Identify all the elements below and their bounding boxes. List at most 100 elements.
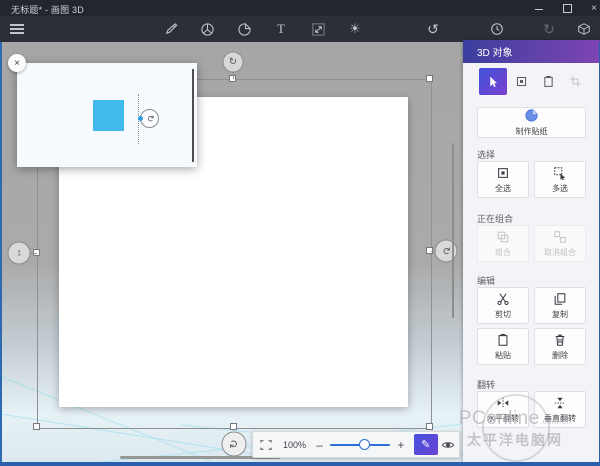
eye-icon <box>441 439 455 451</box>
tab-paste[interactable] <box>534 68 562 95</box>
ungroup-button[interactable]: 取消组合 <box>534 225 586 262</box>
anchor-dot <box>138 116 143 121</box>
draw-mode-button[interactable]: ✎ <box>414 434 438 455</box>
zoom-in-button[interactable]: + <box>392 438 409 452</box>
flip-vertical-button[interactable]: 垂直翻转 <box>534 391 586 428</box>
canvas-tool-button[interactable] <box>310 21 326 37</box>
preview-close-button[interactable]: × <box>8 54 26 72</box>
cut-label: 剪切 <box>495 309 511 320</box>
multi-select-button[interactable]: 多选 <box>534 161 586 198</box>
copy-icon <box>553 292 567 306</box>
resize-handle-top-right[interactable] <box>426 75 433 82</box>
redo-button[interactable]: ↻ <box>541 21 557 37</box>
crop-icon <box>569 75 582 88</box>
rotate-icon: ↻ <box>144 115 155 123</box>
group-icon <box>496 230 510 244</box>
cut-icon <box>496 292 510 306</box>
fit-to-screen-icon <box>259 439 273 451</box>
section-label-flip: 翻转 <box>477 378 495 391</box>
select-all-label: 全选 <box>495 183 511 194</box>
multi-select-icon <box>553 166 567 180</box>
fit-to-screen-button[interactable] <box>253 432 278 457</box>
maximize-icon <box>563 4 572 13</box>
redo-icon: ↻ <box>543 21 555 38</box>
trash-icon <box>553 333 567 347</box>
delete-button[interactable]: 删除 <box>534 328 586 365</box>
flip-vertical-label: 垂直翻转 <box>544 413 576 424</box>
select-all-button[interactable]: 全选 <box>477 161 529 198</box>
undo-button[interactable]: ↺ <box>425 21 441 37</box>
paste-button[interactable]: 粘贴 <box>477 328 529 365</box>
close-icon: × <box>14 58 20 69</box>
paint3d-window: 无标题* - 画图 3D × T ☀ ↺ ↻ <box>0 0 600 466</box>
group-label: 组合 <box>495 247 511 258</box>
rotate-x-handle[interactable]: ↕ <box>8 242 31 265</box>
preview-rotate-handle[interactable]: ↻ <box>140 109 159 128</box>
ungroup-icon <box>553 230 567 244</box>
effects-tool-button[interactable]: ☀ <box>347 21 363 37</box>
toolbar: T ☀ ↺ ↻ <box>0 16 600 43</box>
resize-handle-bottom-left[interactable] <box>33 423 40 430</box>
menu-button[interactable] <box>10 24 24 34</box>
make-sticker-button[interactable]: 制作贴纸 <box>477 107 586 138</box>
flip-horizontal-label: 水平翻转 <box>487 413 519 424</box>
zoom-toolbar: 100% – + ✎ <box>252 431 460 458</box>
window-border-bottom <box>0 462 600 466</box>
rotate-y-handle[interactable]: ↻ <box>435 240 458 263</box>
cut-button[interactable]: 剪切 <box>477 287 529 324</box>
vertical-scrollbar[interactable] <box>452 143 454 318</box>
preview-canvas-edge <box>192 69 194 162</box>
zoom-out-button[interactable]: – <box>311 438 328 452</box>
canvas-rotate-handle[interactable]: ↻ <box>222 432 247 457</box>
copy-label: 复制 <box>552 309 568 320</box>
cursor-icon <box>487 75 500 88</box>
delete-label: 删除 <box>552 350 568 361</box>
zoom-slider-thumb[interactable] <box>359 439 370 450</box>
zoom-slider[interactable] <box>330 444 390 446</box>
maximize-button[interactable] <box>555 0 579 16</box>
flip-horizontal-button[interactable]: 水平翻转 <box>477 391 529 428</box>
titlebar: 无标题* - 画图 3D × <box>0 0 600 16</box>
minus-icon: – <box>316 438 323 452</box>
make-sticker-label: 制作贴纸 <box>516 126 548 137</box>
tab-select-all[interactable] <box>507 68 535 95</box>
multi-select-label: 多选 <box>552 183 568 194</box>
sticker-preview-panel: × ↻ <box>17 63 197 167</box>
sticker-icon <box>524 108 539 123</box>
pencil-icon: ✎ <box>421 438 430 451</box>
history-icon <box>490 22 504 36</box>
paste-icon <box>496 333 510 347</box>
select-all-icon <box>496 166 510 180</box>
minimize-icon <box>535 9 543 10</box>
group-button[interactable]: 组合 <box>477 225 529 262</box>
undo-icon: ↺ <box>427 21 439 38</box>
resize-handle-bottom-right[interactable] <box>426 423 433 430</box>
close-button[interactable]: × <box>582 0 600 16</box>
3d-objects-panel: 3D 对象 制作贴纸 选择 全选 <box>463 40 600 466</box>
brush-tool-button[interactable] <box>162 21 178 37</box>
3d-shapes-tool-button[interactable] <box>199 21 215 37</box>
section-label-select: 选择 <box>477 148 495 161</box>
3d-shapes-icon <box>200 22 215 37</box>
stickers-tool-button[interactable] <box>236 21 252 37</box>
panel-title: 3D 对象 <box>477 44 513 59</box>
rotate-z-handle[interactable]: ↻ <box>223 52 244 73</box>
blue-square-object[interactable] <box>93 100 124 131</box>
stickers-icon <box>237 22 252 37</box>
plus-icon: + <box>397 438 404 452</box>
tab-select-cursor[interactable] <box>479 68 507 95</box>
rotate-icon: ↻ <box>228 439 241 448</box>
rotate-z-icon: ↻ <box>229 57 237 68</box>
select-all-icon <box>515 75 528 88</box>
tab-crop[interactable] <box>561 68 589 95</box>
text-tool-button[interactable]: T <box>273 21 289 37</box>
close-icon: × <box>591 3 597 14</box>
view-mode-button[interactable] <box>438 434 459 455</box>
minimize-button[interactable] <box>527 0 551 16</box>
copy-button[interactable]: 复制 <box>534 287 586 324</box>
resize-handle-bottom[interactable] <box>230 423 237 430</box>
history-button[interactable] <box>489 21 505 37</box>
flip-horizontal-icon <box>496 396 510 410</box>
flip-vertical-icon <box>553 396 567 410</box>
remix-3d-button[interactable] <box>576 21 592 37</box>
